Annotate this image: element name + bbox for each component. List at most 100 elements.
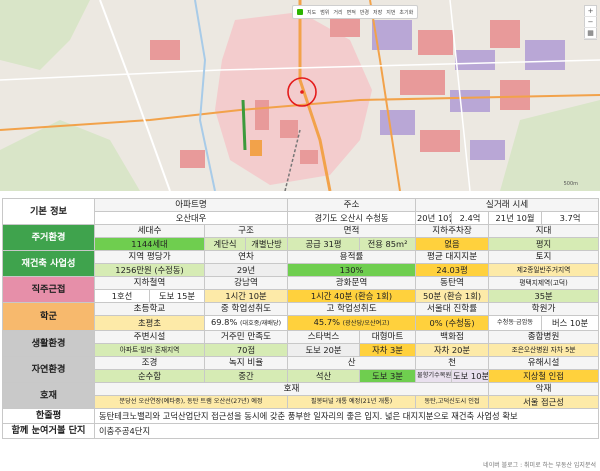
middle-score-value: 69.8% (210, 317, 238, 327)
map-tool-1[interactable]: 범위 (320, 9, 329, 16)
area-supply-value: 공급 31평 (287, 237, 361, 251)
high-score-value: 45.7% (313, 317, 340, 327)
academy-bus-value: 버스 10분 (541, 315, 600, 331)
price-value-2: 3.7억 (541, 211, 600, 225)
subway-line-value: 1호선 (94, 289, 150, 303)
summary-value: 동탄테크노밸리와 고덕산업단지 접근성을 동시에 갖춘 풍부한 일자리의 좋은 … (93, 408, 600, 424)
map-view[interactable]: 지도 범위 거리 면적 반경 저장 지번 초기화 + − ▦ 500m (0, 0, 600, 191)
map-canvas[interactable] (0, 0, 600, 191)
row-label-life: 생활환경 (2, 330, 95, 357)
map-tool-6[interactable]: 지번 (386, 9, 395, 16)
row-label-commute: 직주근접 (2, 276, 95, 303)
starbucks-value: 도보 20분 (287, 343, 361, 357)
structure-value: 계단식 (204, 237, 246, 251)
header-price: 실거래 시세 (415, 198, 600, 212)
header-stream: 천 (415, 356, 490, 370)
footer-credit: 네이버 블로그 : 취미로 하는 부동산 입지분석 (483, 462, 596, 469)
map-side-controls: + − ▦ (584, 5, 597, 40)
map-scale: 500m (563, 181, 578, 187)
map-tool-5[interactable]: 저장 (373, 9, 382, 16)
map-tool-4[interactable]: 반경 (360, 9, 369, 16)
header-structure: 구조 (203, 224, 289, 238)
map-tool-3[interactable]: 면적 (347, 9, 356, 16)
green-ratio-value: 중간 (203, 369, 289, 383)
map-tool-0[interactable]: 지도 (307, 9, 316, 16)
row-label-rebuild: 재건축 사업성 (2, 250, 95, 277)
snu-rate-value: 0% (수청동) (415, 315, 490, 331)
header-land: 토지 (488, 250, 600, 264)
header-starbucks: 스타벅스 (287, 330, 361, 344)
terrain-value: 평지 (488, 237, 600, 251)
plus-value-3: 동탄,고덕신도시 인접 (415, 395, 490, 409)
row-label-nature: 자연환경 (2, 356, 95, 383)
header-landscape: 조경 (94, 356, 205, 370)
facilities-value: 아파트·빌라 혼재지역 (94, 343, 205, 357)
header-hospital: 종합병원 (488, 330, 600, 344)
apartment-info-table: 기본 정보 아파트명 주소 실거래 시세 오산대우 경기도 오산시 수청동 20… (2, 198, 600, 439)
header-green-ratio: 녹지 비율 (203, 356, 289, 370)
header-satisfaction: 거주민 만족도 (203, 330, 289, 344)
landscape-value: 순수함 (94, 369, 205, 383)
naver-map-icon (297, 9, 303, 15)
header-area: 면적 (287, 224, 417, 238)
price-date-2: 21년 10월 (488, 211, 543, 225)
elementary-value: 초평초 (94, 315, 205, 331)
dongtan-value: 50분 (환승 1회) (415, 289, 490, 303)
header-terrain: 지대 (488, 224, 600, 238)
gangnam-value: 1시간 10분 (203, 289, 289, 303)
header-plus: 호재 (93, 382, 490, 396)
plus-value-1: 분당선 오산연장(예타중), 동탄 트램 오산선(27년) 예정 (93, 395, 289, 409)
zoom-out-icon[interactable]: − (584, 17, 597, 28)
area-price-value: 1256만원 (수정동) (94, 263, 205, 277)
high-school-names: (광산당/오산여고) (342, 320, 390, 327)
satisfaction-value: 70점 (203, 343, 289, 357)
address-value: 경기도 오산시 수청동 (287, 211, 417, 225)
mart-value: 자차 3분 (359, 343, 417, 357)
header-minus: 악재 (488, 382, 600, 396)
header-gangnam: 강남역 (203, 276, 289, 290)
header-households: 세대수 (94, 224, 205, 238)
together-value: 이충주공4단지 (93, 423, 600, 439)
header-apt-name: 아파트명 (93, 198, 289, 212)
area-exclusive-value: 전용 85m² (359, 237, 417, 251)
header-middle-score: 중 학업성취도 (203, 302, 289, 316)
apt-name-value: 오산대우 (93, 211, 289, 225)
header-facilities: 주변시설 (94, 330, 205, 344)
map-tool-7[interactable]: 초기화 (399, 9, 413, 16)
header-area-price: 지역 평당가 (94, 250, 205, 264)
mountain-walk-value: 도보 3분 (359, 369, 417, 383)
stream-name-value: 물향기수목원 (415, 369, 453, 383)
header-pyeongtaek: 평택지제역(고덕) (488, 276, 600, 290)
heating-value: 개별난방 (244, 237, 289, 251)
header-mart: 대형마트 (359, 330, 417, 344)
header-age: 연차 (203, 250, 289, 264)
age-value: 29년 (203, 263, 289, 277)
plus-value-2: 필봉터널 개통 예정(21년 개통) (287, 395, 417, 409)
academy-area-value: 수청동·금암동 (488, 315, 543, 331)
row-label-basic: 기본 정보 (2, 198, 95, 225)
row-label-summary: 한줄평 (2, 408, 95, 424)
hazard-value: 지상철 인접 (488, 369, 600, 383)
land-share-value: 24.03평 (415, 263, 490, 277)
map-tool-2[interactable]: 거리 (333, 9, 342, 16)
stream-walk-value: 도보 10분 (451, 369, 490, 383)
header-snu-rate: 서울대 진학률 (415, 302, 490, 316)
header-parking: 지하주차장 (415, 224, 490, 238)
pyeongtaek-value: 35분 (488, 289, 600, 303)
hospital-name-value: 조은오산병원 (511, 346, 549, 354)
header-address: 주소 (287, 198, 417, 212)
header-hazard: 유해시설 (488, 356, 600, 370)
price-value-1: 2.4억 (451, 211, 490, 225)
subway-walk-value: 도보 15분 (149, 289, 205, 303)
minus-value: 서울 접근성 (488, 395, 600, 409)
far-value: 130% (287, 263, 417, 277)
map-toolbar: 지도 범위 거리 면적 반경 저장 지번 초기화 (292, 5, 419, 19)
header-dept-store: 백화점 (415, 330, 490, 344)
header-subway: 지하철역 (94, 276, 205, 290)
header-elementary: 초등학교 (94, 302, 205, 316)
header-far: 용적률 (287, 250, 417, 264)
layers-icon[interactable]: ▦ (584, 28, 597, 39)
header-academy: 학원가 (488, 302, 600, 316)
parking-value: 없음 (415, 237, 490, 251)
zoom-in-icon[interactable]: + (584, 6, 597, 17)
